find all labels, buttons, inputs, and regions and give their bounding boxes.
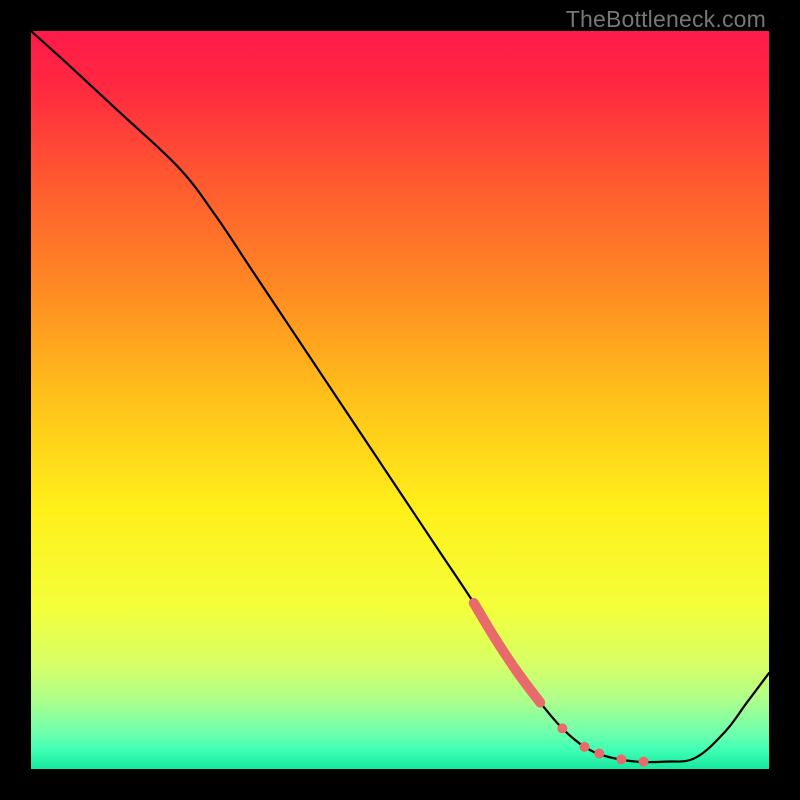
highlight-dot [580, 742, 590, 752]
gradient-background [31, 31, 769, 769]
watermark-text: TheBottleneck.com [566, 6, 766, 33]
highlight-dot [594, 749, 604, 759]
highlight-dot [616, 754, 626, 764]
highlight-dot [557, 723, 567, 733]
highlight-dot [639, 757, 649, 767]
chart-frame [31, 31, 769, 769]
chart-svg [31, 31, 769, 769]
